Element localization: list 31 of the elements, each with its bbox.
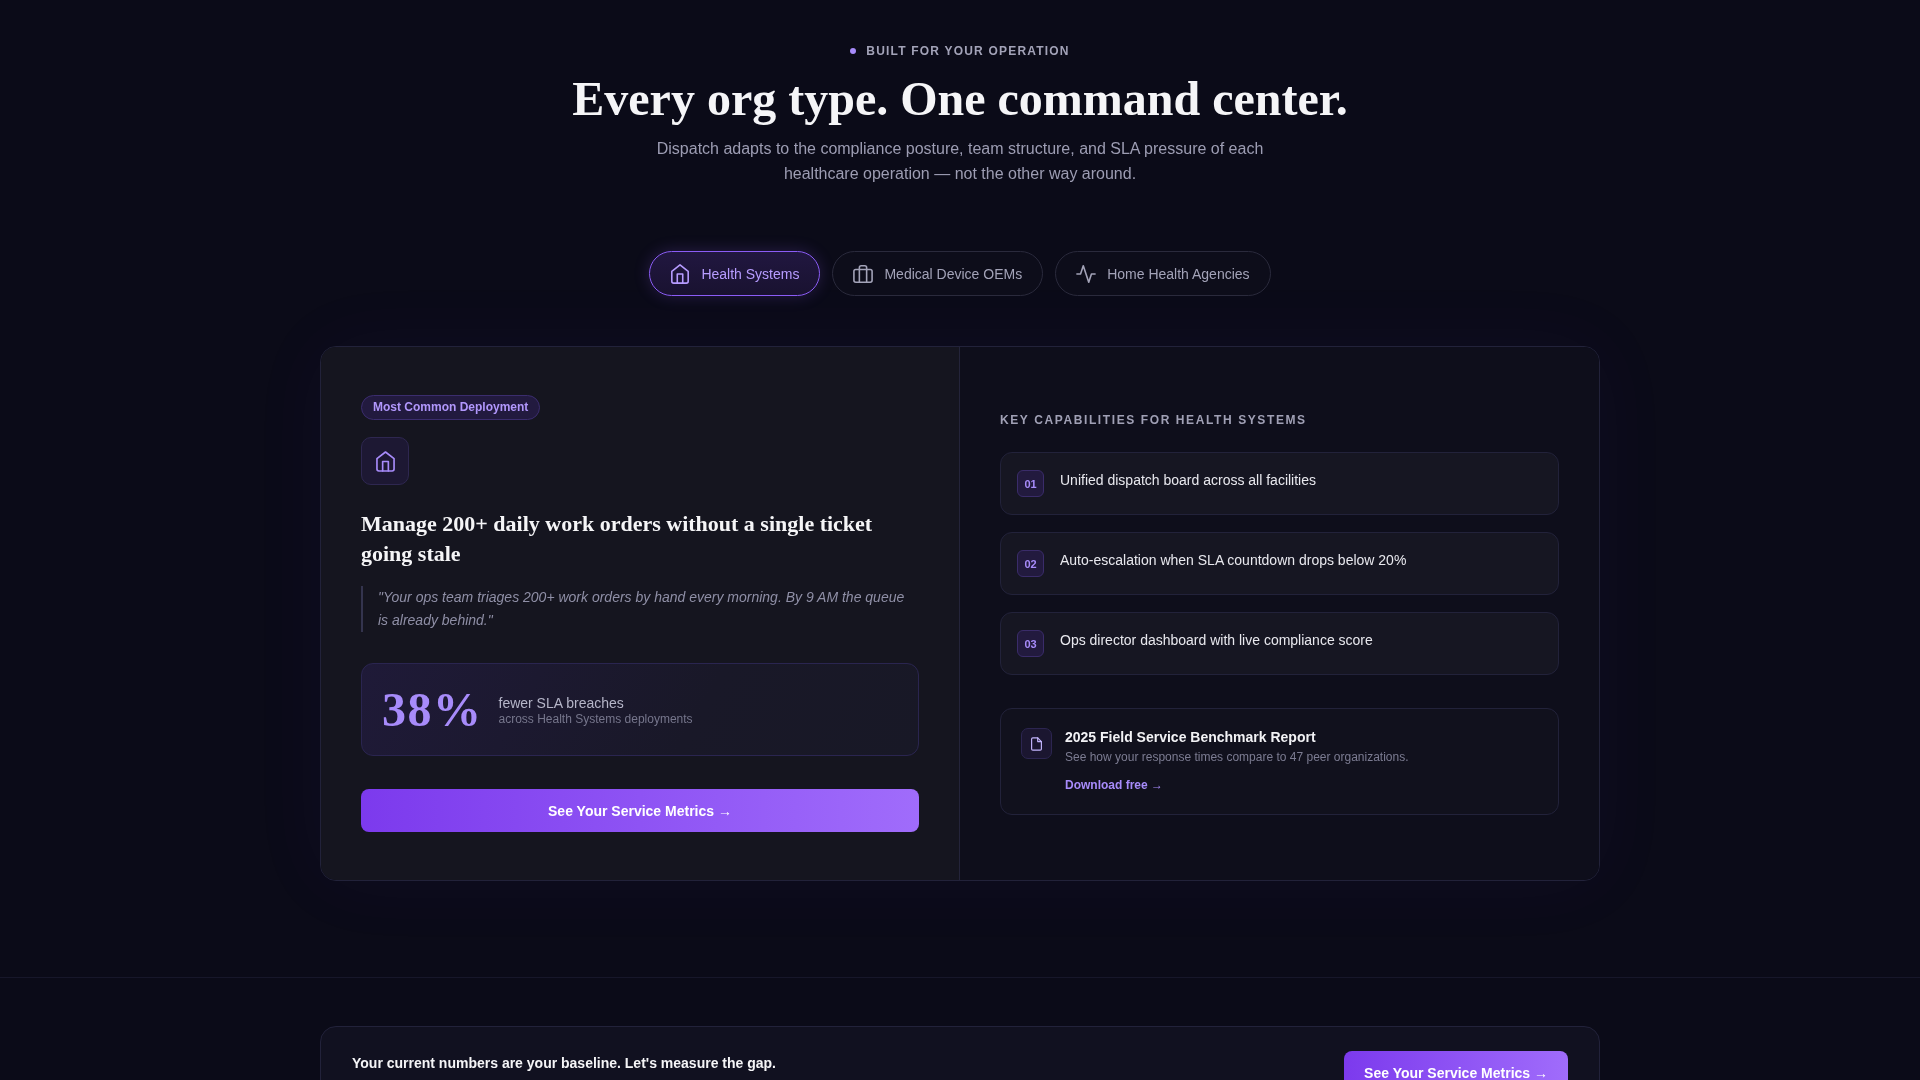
metrics-button[interactable]: See Your Service Metrics → xyxy=(361,789,919,832)
home-icon xyxy=(361,437,409,485)
pulse-icon xyxy=(1076,263,1097,284)
dot-icon xyxy=(850,48,857,54)
capability-text: Unified dispatch board across all facilities xyxy=(1060,471,1316,490)
pull-quote: "Your ops team triages 200+ work orders by hand every morning. By 9 AM the queue is already behind." xyxy=(361,586,919,632)
capability-text: Ops director dashboard with live compliance score xyxy=(1060,631,1373,650)
briefcase-icon xyxy=(853,263,874,284)
subtitle: Dispatch adapts to the compliance posture, team structure, and SLA pressure of each healthcare operation — not the other way around. xyxy=(655,139,1265,184)
report-description: See how your response times compare to 47 peer organizations. xyxy=(1065,749,1409,766)
download-link[interactable]: Download free → xyxy=(1065,777,1163,793)
headline: Every org type. One command center. xyxy=(572,72,1348,126)
tab[interactable]: Health Systems xyxy=(649,251,821,296)
stat-note: across Health Systems deployments xyxy=(498,712,693,727)
step-number: 03 xyxy=(1017,630,1044,657)
banner-text: Your current numbers are your baseline. Let's measure the gap. xyxy=(352,1054,776,1072)
step-number: 01 xyxy=(1017,470,1044,497)
stat-label: fewer SLA breaches xyxy=(498,695,625,712)
file-icon xyxy=(1021,728,1052,759)
overview-heading: Manage 200+ daily work orders without a single ticket going stale xyxy=(361,510,874,568)
deployment-tag: Most Common Deployment xyxy=(361,395,541,420)
stat-value: 38% xyxy=(382,683,483,736)
step-number: 02 xyxy=(1017,550,1044,577)
metrics-button[interactable]: See Your Service Metrics → xyxy=(1344,1051,1568,1080)
section-label: KEY CAPABILITIES FOR HEALTH SYSTEMS xyxy=(1000,412,1308,428)
tab[interactable]: Medical Device OEMs xyxy=(832,251,1044,296)
report-title: 2025 Field Service Benchmark Report xyxy=(1065,728,1317,746)
eyebrow-text: BUILT FOR YOUR OPERATION xyxy=(866,43,1070,59)
home-icon xyxy=(670,263,691,284)
capability-text: Auto-escalation when SLA countdown drops below 20% xyxy=(1060,551,1407,570)
tab[interactable]: Home Health Agencies xyxy=(1055,251,1271,296)
